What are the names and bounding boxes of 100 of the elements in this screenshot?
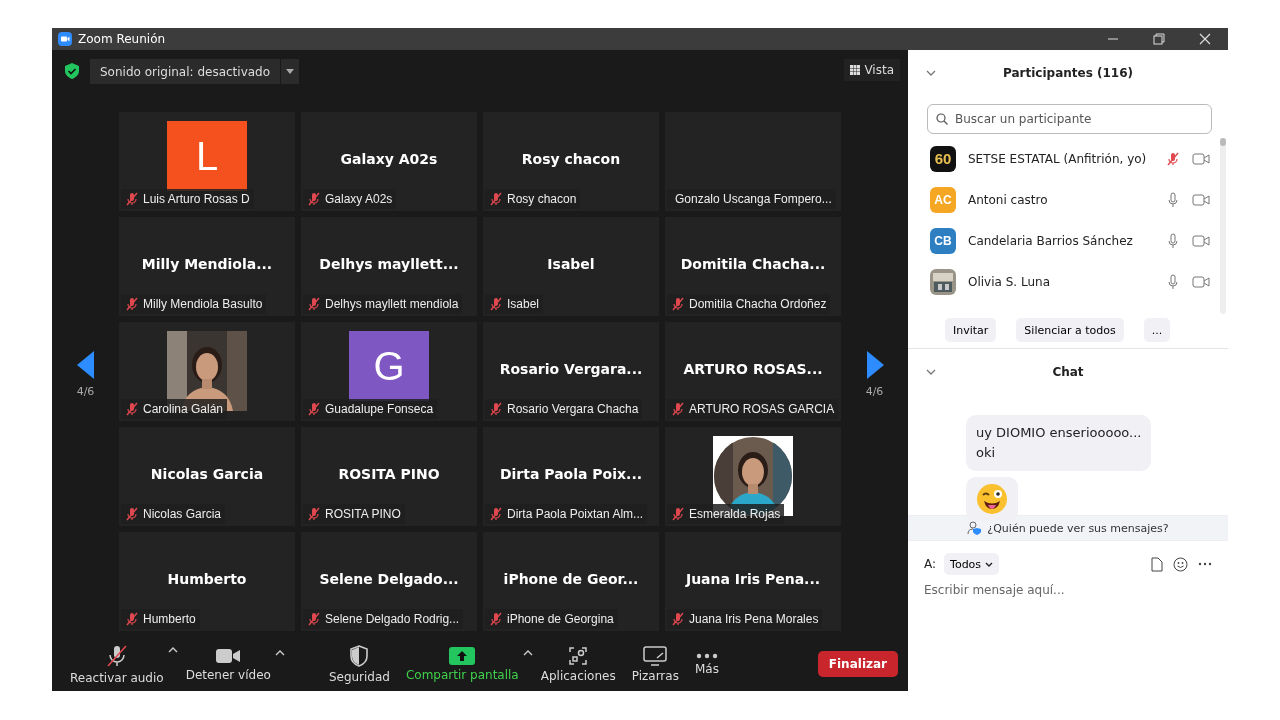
window-title: Zoom Reunión xyxy=(78,32,166,46)
name-label: Guadalupe Fonseca xyxy=(303,399,438,419)
name-label: Domitila Chacha Ordoñez xyxy=(667,294,831,314)
whiteboard-icon xyxy=(643,645,668,666)
toolbar-button[interactable]: Detener vídeo xyxy=(177,646,279,682)
video-tile[interactable]: Isabel Isabel xyxy=(483,217,659,316)
camera-icon xyxy=(1192,275,1210,288)
video-tile[interactable]: Rosario Vergara... Rosario Vergara Chacha xyxy=(483,322,659,421)
video-tile[interactable]: Dirta Paola Poix... Dirta Paola Poixtan Alm... xyxy=(483,427,659,526)
muted-mic-icon xyxy=(489,297,503,311)
video-tile[interactable]: ARTURO ROSAS... ARTURO ROSAS GARCIA xyxy=(665,322,841,421)
participant-name: Rosario Vergara... xyxy=(499,360,643,377)
muted-mic-icon xyxy=(307,402,321,416)
recipient-dropdown[interactable]: Todos xyxy=(944,553,1000,575)
next-page-button[interactable] xyxy=(865,351,884,379)
dropdown-button[interactable] xyxy=(281,59,300,84)
original-sound-button[interactable]: Sonido original: desactivado xyxy=(90,59,281,84)
name-label: Milly Mendiola Basulto xyxy=(121,294,267,314)
muted-mic-icon xyxy=(307,192,321,206)
video-tile[interactable]: L Luis Arturo Rosas D xyxy=(119,112,295,211)
video-tile[interactable]: Galaxy A02s Galaxy A02s xyxy=(301,112,477,211)
muted-mic-icon xyxy=(125,192,139,206)
video-tile[interactable]: Nicolas Garcia Nicolas Garcia xyxy=(119,427,295,526)
chat-message: uy DIOMIO enseriooooo... oki xyxy=(966,415,1152,471)
name-label: Galaxy A02s xyxy=(303,189,397,209)
participant-name: Milly Mendiola... xyxy=(141,255,273,272)
avatar-badge: 60 xyxy=(930,145,956,172)
video-tile[interactable]: Delhys mayllett... Delhys mayllett mendiola xyxy=(301,217,477,316)
more-button[interactable] xyxy=(1198,562,1212,566)
participant-name: Candelaria Barrios Sánchez xyxy=(968,233,1134,248)
name-label: iPhone de Georgina xyxy=(485,609,618,629)
view-button[interactable]: Vista xyxy=(844,59,900,81)
participant-name: Isabel xyxy=(547,255,595,272)
avatar-letter: G xyxy=(349,331,429,401)
winking-emoji-icon xyxy=(976,483,1008,515)
participant-name: ARTURO ROSAS... xyxy=(683,360,823,377)
muted-mic-icon xyxy=(1166,151,1180,166)
video-tile[interactable]: Gonzalo Uscanga Fompero... xyxy=(665,112,841,211)
muted-mic-icon xyxy=(671,297,685,311)
more-icon xyxy=(1198,562,1212,566)
search-field[interactable]: Buscar un participante xyxy=(927,104,1212,134)
video-tile[interactable]: G Guadalupe Fonseca xyxy=(301,322,477,421)
participant-name: Juana Iris Pena... xyxy=(685,570,821,587)
muted-mic-icon xyxy=(307,507,321,521)
name-label: Dirta Paola Poixtan Alm... xyxy=(485,504,648,524)
participant-row[interactable]: 60 SETSE ESTATAL (Anfitrión, yo) xyxy=(930,138,1228,179)
panel-button[interactable]: Invitar xyxy=(945,318,997,342)
file-icon xyxy=(1151,556,1163,572)
toolbar-button[interactable]: Reactivar audio xyxy=(62,643,172,685)
panel-button[interactable]: Silenciar a todos xyxy=(1016,318,1124,342)
participant-name: SETSE ESTATAL (Anfitrión, yo) xyxy=(968,151,1148,166)
muted-mic-icon xyxy=(104,643,129,668)
video-tile[interactable]: Selene Delgado... Selene Delgado Rodrig... xyxy=(301,532,477,631)
panel-title: Chat xyxy=(1052,365,1084,379)
mic-icon xyxy=(1166,232,1180,249)
muted-mic-icon xyxy=(671,612,685,626)
video-tile[interactable]: Carolina Galán xyxy=(119,322,295,421)
scrollbar-thumb[interactable] xyxy=(1220,138,1226,146)
shield-check-icon[interactable] xyxy=(65,63,79,79)
participant-row[interactable]: Olivia S. Luna xyxy=(930,261,1228,302)
muted-mic-icon xyxy=(125,507,139,521)
video-tile[interactable]: Milly Mendiola... Milly Mendiola Basulto xyxy=(119,217,295,316)
previous-page-button[interactable] xyxy=(76,351,95,379)
collapse-button[interactable] xyxy=(926,70,936,76)
shield-icon xyxy=(349,644,370,667)
smiley-icon xyxy=(1173,556,1188,572)
toolbar-button[interactable]: Compartir pantalla xyxy=(397,646,527,682)
video-tile[interactable]: Esmeralda Rojas xyxy=(665,427,841,526)
video-tile[interactable]: ROSITA PINO ROSITA PINO xyxy=(301,427,477,526)
participant-name: Selene Delgado... xyxy=(319,570,459,587)
name-label: Carolina Galán xyxy=(121,399,228,419)
toolbar-button[interactable]: Seguridad xyxy=(320,644,398,684)
name-label: Rosy chacon xyxy=(485,189,581,209)
name-label: Humberto xyxy=(121,609,200,629)
end-button[interactable]: Finalizar xyxy=(817,651,898,677)
emoji-button[interactable] xyxy=(1173,556,1188,572)
video-tile[interactable]: Domitila Chacha... Domitila Chacha Ordoñez xyxy=(665,217,841,316)
video-tile[interactable]: Humberto Humberto xyxy=(119,532,295,631)
toolbar-button[interactable]: Más xyxy=(686,652,727,676)
collapse-button[interactable] xyxy=(926,369,936,375)
participant-row[interactable]: AC Antoni castro xyxy=(930,179,1228,220)
mic-icon xyxy=(1166,273,1180,290)
name-label: Juana Iris Pena Morales xyxy=(667,609,823,629)
camera-icon xyxy=(215,646,242,665)
caret-icon xyxy=(274,648,285,657)
video-tile[interactable]: Rosy chacon Rosy chacon xyxy=(483,112,659,211)
camera-icon xyxy=(1192,234,1210,247)
participant-name: Dirta Paola Poix... xyxy=(499,465,643,482)
muted-mic-icon xyxy=(671,402,685,416)
participant-row[interactable]: CB Candelaria Barrios Sánchez xyxy=(930,220,1228,261)
participant-name: Domitila Chacha... xyxy=(680,255,826,272)
panel-button[interactable]: ... xyxy=(1143,318,1171,342)
muted-mic-icon xyxy=(489,192,503,206)
toolbar-button[interactable]: Aplicaciones xyxy=(532,645,624,683)
file-button[interactable] xyxy=(1151,556,1163,572)
video-tile[interactable]: iPhone de Geor... iPhone de Georgina xyxy=(483,532,659,631)
toolbar-button[interactable]: Pizarras xyxy=(623,645,687,683)
participant-name: Humberto xyxy=(167,570,247,587)
video-tile[interactable]: Juana Iris Pena... Juana Iris Pena Morales xyxy=(665,532,841,631)
caret-icon xyxy=(522,648,533,657)
